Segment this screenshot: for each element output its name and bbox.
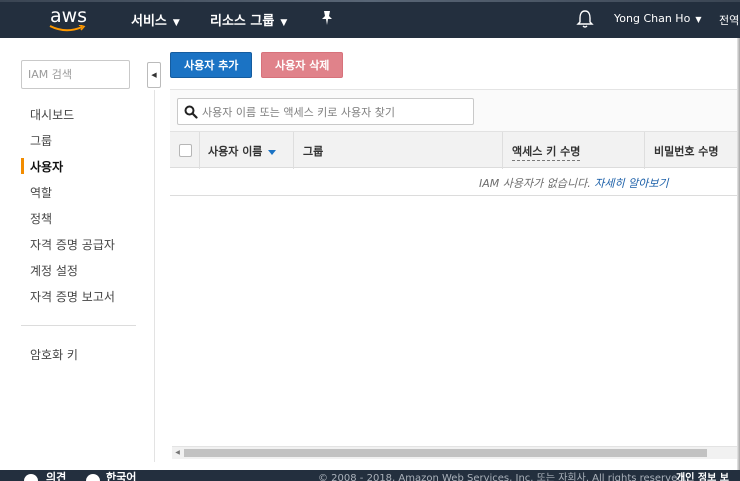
horizontal-scrollbar[interactable]: ◀: [172, 446, 740, 459]
column-separator: [644, 132, 645, 169]
search-icon: [184, 105, 198, 119]
scroll-left-arrow-icon[interactable]: ◀: [172, 447, 183, 459]
chevron-down-icon: ▼: [695, 15, 702, 24]
select-all-checkbox[interactable]: [179, 144, 192, 157]
column-header-password-age[interactable]: 비밀번호 수명: [654, 143, 719, 159]
sidebar-border: [154, 90, 155, 462]
table-filter-bar: [170, 89, 740, 131]
pin-icon[interactable]: [320, 10, 334, 26]
sidebar-collapse-button[interactable]: ◀: [147, 62, 161, 88]
active-item-indicator: [21, 158, 24, 174]
sidebar-item-policies[interactable]: 정책: [30, 210, 52, 227]
column-header-groups[interactable]: 그룹: [303, 143, 323, 159]
sidebar-divider: [21, 325, 136, 326]
sidebar-item-account-settings[interactable]: 계정 설정: [30, 262, 78, 279]
sidebar-item-roles[interactable]: 역할: [30, 184, 52, 201]
learn-more-link[interactable]: 자세히 알아보기: [594, 177, 668, 190]
sidebar: 대시보드 그룹 사용자 역할 정책 자격 증명 공급자 계정 설정 자격 증명 …: [0, 38, 154, 470]
user-account-menu[interactable]: Yong Chan Ho ▼: [614, 12, 701, 25]
top-navigation-bar: aws 서비스 ▼ 리소스 그룹 ▼ Yong Chan Ho ▼ 전역: [0, 0, 740, 38]
users-table-panel: 사용자 이름 그룹 액세스 키 수명 비밀번호 수명 IAM 사용자가 없습니다…: [170, 89, 740, 197]
user-name-label: Yong Chan Ho: [614, 12, 691, 25]
language-selector[interactable]: 한국어: [106, 472, 136, 481]
sort-descending-icon: [268, 149, 277, 155]
column-separator: [502, 132, 503, 169]
chevron-left-icon: ◀: [151, 71, 157, 79]
footer-bar: 의견 한국어 © 2008 - 2018, Amazon Web Service…: [0, 470, 740, 481]
region-label: 전역: [719, 14, 740, 27]
copyright-text: © 2008 - 2018, Amazon Web Services, Inc.…: [318, 473, 687, 481]
aws-logo-text: aws: [50, 5, 88, 27]
sidebar-item-dashboard[interactable]: 대시보드: [30, 106, 74, 123]
privacy-policy-link[interactable]: 개인 정보 보: [676, 473, 729, 481]
empty-message-text: IAM 사용자가 없습니다.: [479, 177, 591, 190]
bell-icon[interactable]: [576, 9, 594, 29]
region-menu[interactable]: 전역: [719, 12, 739, 28]
column-separator: [199, 132, 200, 169]
aws-smile-icon: [49, 25, 86, 32]
delete-user-button[interactable]: 사용자 삭제: [261, 52, 344, 78]
chevron-down-icon: ▼: [172, 18, 180, 28]
column-header-access-key-age[interactable]: 액세스 키 수명: [512, 143, 581, 161]
empty-table-message: IAM 사용자가 없습니다. 자세히 알아보기: [479, 175, 669, 191]
column-header-user-name[interactable]: 사용자 이름: [208, 143, 277, 159]
scrollbar-thumb[interactable]: [184, 449, 707, 457]
resource-groups-label: 리소스 그룹: [210, 14, 275, 29]
table-header-row: 사용자 이름 그룹 액세스 키 수명 비밀번호 수명: [170, 131, 740, 169]
feedback-icon: [24, 474, 38, 481]
column-separator: [293, 132, 294, 169]
iam-search-input[interactable]: [21, 60, 130, 89]
feedback-link[interactable]: 의견: [46, 472, 66, 481]
column-header-user-name-label: 사용자 이름: [208, 145, 263, 158]
sidebar-item-identity-providers[interactable]: 자격 증명 공급자: [30, 236, 115, 253]
sidebar-item-users[interactable]: 사용자: [30, 158, 63, 175]
sidebar-item-groups[interactable]: 그룹: [30, 132, 52, 149]
services-menu-label: 서비스: [131, 14, 167, 29]
resource-groups-menu[interactable]: 리소스 그룹 ▼: [210, 10, 287, 29]
chevron-down-icon: ▼: [280, 18, 288, 28]
column-header-access-key-age-label: 액세스 키 수명: [512, 145, 581, 161]
user-filter-box[interactable]: [177, 98, 474, 125]
add-user-button[interactable]: 사용자 추가: [170, 52, 253, 78]
empty-table-row: IAM 사용자가 없습니다. 자세히 알아보기: [170, 168, 740, 196]
services-menu[interactable]: 서비스 ▼: [131, 10, 180, 29]
aws-logo[interactable]: aws: [48, 5, 92, 34]
sidebar-item-encryption-keys[interactable]: 암호화 키: [30, 346, 78, 363]
user-filter-input[interactable]: [202, 102, 470, 122]
globe-icon: [86, 474, 100, 481]
top-bar-highlight: [0, 0, 740, 2]
sidebar-item-credential-report[interactable]: 자격 증명 보고서: [30, 288, 115, 305]
